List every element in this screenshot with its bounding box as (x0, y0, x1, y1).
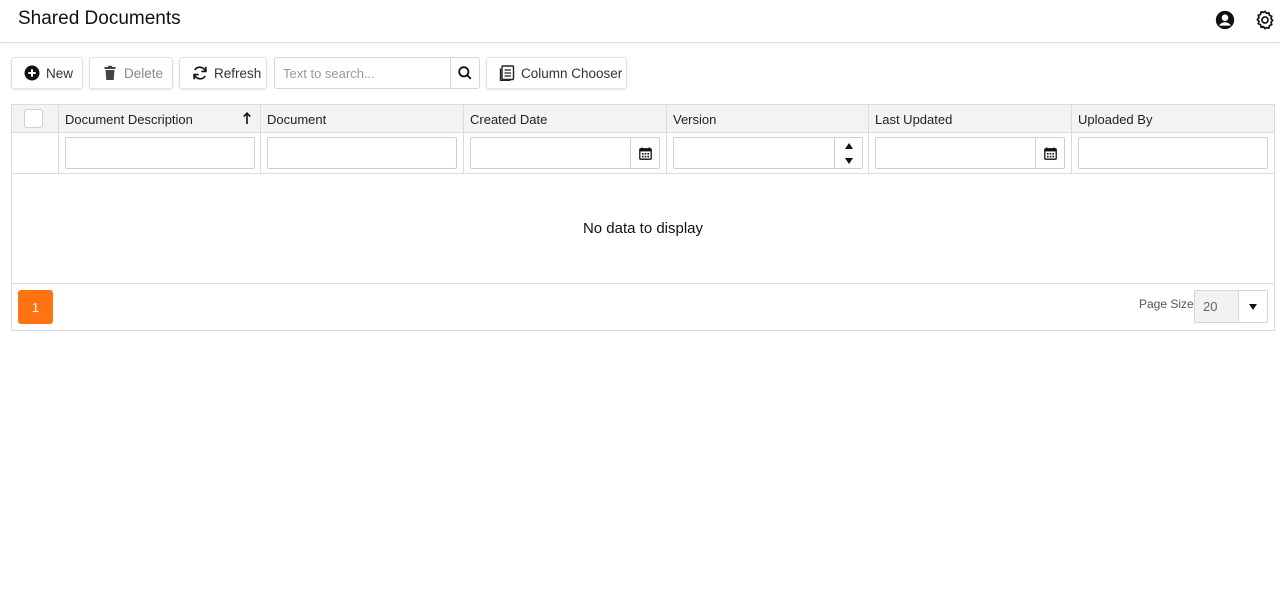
calendar-icon (638, 147, 652, 160)
created-date-filter (470, 137, 660, 169)
refresh-button-label: Refresh (214, 65, 262, 81)
caret-down-icon (845, 157, 853, 164)
created-date-filter-input[interactable] (471, 138, 631, 168)
search-input[interactable] (275, 58, 451, 88)
column-header-document[interactable]: Document (261, 105, 464, 132)
last-updated-filter-input[interactable] (876, 138, 1036, 168)
document-description-filter (65, 137, 255, 169)
column-header-last-updated[interactable]: Last Updated (869, 105, 1072, 132)
filter-cell (667, 133, 869, 173)
column-header-version[interactable]: Version (667, 105, 869, 132)
filter-row (12, 133, 1274, 174)
column-header-created-date[interactable]: Created Date (464, 105, 667, 132)
filter-cell (1072, 133, 1274, 173)
page-size-label: Page Size: (1139, 297, 1198, 311)
created-date-calendar-button[interactable] (630, 138, 659, 168)
version-filter (673, 137, 863, 169)
last-updated-calendar-button[interactable] (1035, 138, 1064, 168)
sort-ascending-icon (243, 112, 251, 124)
column-header-label: Created Date (470, 112, 548, 127)
gear-icon[interactable] (1254, 9, 1276, 31)
filter-cell-empty (12, 133, 59, 173)
column-header-label: Document (267, 112, 327, 127)
page-size-dropdown-button[interactable] (1238, 291, 1267, 322)
pager: 1 Page Size: 20 (12, 284, 1274, 330)
version-spin-buttons (834, 138, 862, 168)
delete-button-label: Delete (124, 65, 164, 81)
plus-circle-icon (24, 65, 40, 81)
document-filter (267, 137, 457, 169)
delete-button[interactable]: Delete (89, 57, 173, 89)
column-header-label: Last Updated (875, 112, 953, 127)
column-chooser-button[interactable]: Column Chooser (486, 57, 627, 89)
document-filter-input[interactable] (268, 138, 456, 168)
search-button[interactable] (450, 58, 479, 88)
refresh-icon (193, 66, 207, 80)
calendar-icon (1043, 147, 1057, 160)
filter-cell (869, 133, 1072, 173)
user-circle-icon[interactable] (1214, 9, 1236, 31)
page-title: Shared Documents (18, 8, 181, 29)
search-icon (458, 66, 472, 80)
document-description-filter-input[interactable] (66, 138, 254, 168)
page-size-value: 20 (1203, 299, 1218, 314)
select-all-cell (12, 105, 59, 132)
caret-down-icon (1249, 303, 1257, 310)
page-size-select[interactable]: 20 (1194, 290, 1268, 323)
uploaded-by-filter (1078, 137, 1268, 169)
filter-cell (59, 133, 261, 173)
new-button-label: New (46, 65, 74, 81)
last-updated-filter (875, 137, 1065, 169)
column-header-uploaded-by[interactable]: Uploaded By (1072, 105, 1274, 132)
refresh-button[interactable]: Refresh (179, 57, 267, 89)
top-bar: Shared Documents (0, 0, 1280, 43)
caret-up-icon (845, 142, 853, 149)
column-header-label: Uploaded By (1078, 112, 1153, 127)
search-box (274, 57, 480, 89)
column-header-document-description[interactable]: Document Description (59, 105, 261, 132)
column-chooser-label: Column Chooser (521, 65, 623, 81)
new-button[interactable]: New (11, 57, 83, 89)
filter-cell (464, 133, 667, 173)
trash-icon (104, 65, 116, 80)
uploaded-by-filter-input[interactable] (1079, 138, 1267, 168)
filter-cell (261, 133, 464, 173)
column-chooser-icon (499, 65, 515, 81)
documents-grid: Document Description Document Created Da… (11, 104, 1275, 331)
spin-up-button[interactable] (835, 138, 863, 153)
column-header-label: Version (673, 112, 717, 127)
header-row: Document Description Document Created Da… (12, 105, 1274, 133)
spin-down-button[interactable] (835, 153, 863, 168)
version-filter-input[interactable] (674, 138, 834, 168)
empty-data-message: No data to display (12, 174, 1274, 284)
select-all-checkbox[interactable] (24, 109, 43, 128)
page-1-button[interactable]: 1 (18, 290, 53, 324)
column-header-label: Document Description (65, 112, 193, 127)
